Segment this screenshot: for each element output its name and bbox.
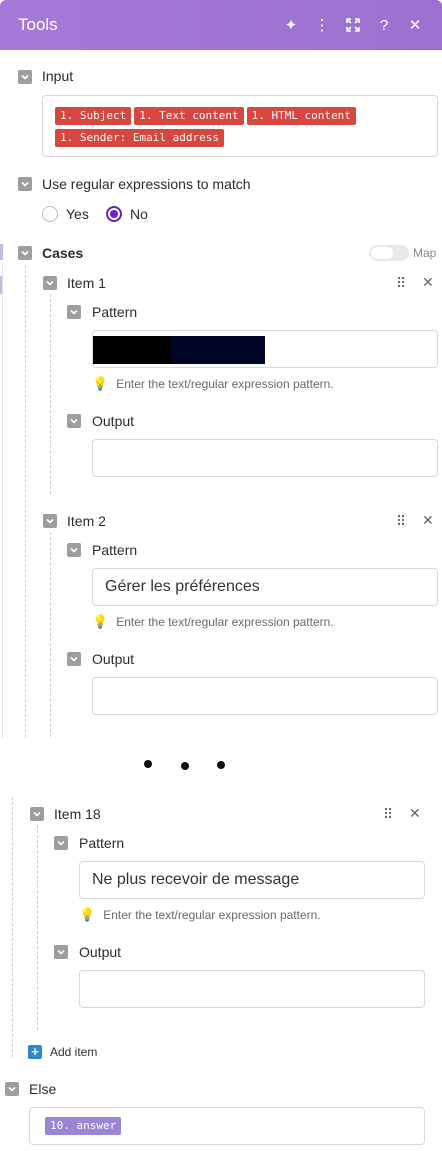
lightbulb-icon: 💡 <box>92 376 109 391</box>
regex-no-label: No <box>130 206 148 222</box>
map-toggle[interactable] <box>369 245 409 261</box>
item-2-label: Item 2 <box>67 513 106 529</box>
item-1-collapse-toggle[interactable] <box>43 276 57 290</box>
drag-handle-icon[interactable]: ⠿ <box>383 806 393 823</box>
help-icon[interactable]: ? <box>371 17 397 34</box>
left-edge-line <box>2 262 3 738</box>
regex-collapse-toggle[interactable] <box>18 177 32 191</box>
cases-collapse-toggle[interactable] <box>18 246 32 260</box>
panel-header: Tools ✦ ⋮ ? ✕ <box>0 0 442 50</box>
ellipsis-dot <box>144 760 152 768</box>
item-2-output-label: Output <box>92 651 135 667</box>
item-2-pattern-label: Pattern <box>92 542 138 558</box>
item-2-pattern-value: Gérer les préférences <box>105 578 260 595</box>
item-1-output-toggle[interactable] <box>67 414 81 428</box>
drag-handle-icon[interactable]: ⠿ <box>396 513 406 530</box>
item-1-output-label: Output <box>92 413 135 429</box>
more-vertical-icon[interactable]: ⋮ <box>309 16 335 34</box>
else-input[interactable]: 10. answer <box>29 1107 425 1145</box>
item-18-output-input[interactable] <box>79 970 425 1008</box>
item-1-pattern-hint: 💡 Enter the text/regular expression patte… <box>92 376 334 391</box>
item-2-pattern-input[interactable]: Gérer les préférences <box>92 568 438 606</box>
input-tag-subject[interactable]: 1. Subject <box>55 107 132 125</box>
input-tag-html-content[interactable]: 1. HTML content <box>246 107 356 125</box>
left-edge-marker <box>0 244 3 260</box>
cases-label: Cases <box>42 245 84 261</box>
input-label: Input <box>42 68 74 84</box>
regex-label: Use regular expressions to match <box>42 176 251 192</box>
item-18-pattern-hint: 💡 Enter the text/regular expression patte… <box>79 907 321 922</box>
expand-icon[interactable] <box>340 18 366 32</box>
input-tag-text-content[interactable]: 1. Text content <box>134 107 244 125</box>
lightbulb-icon: 💡 <box>79 907 96 922</box>
item-2-pattern-toggle[interactable] <box>67 543 81 557</box>
else-tag[interactable]: 10. answer <box>45 1117 122 1135</box>
item-18-tree-line <box>37 825 38 1030</box>
add-item-icon[interactable]: + <box>28 1045 42 1059</box>
drag-handle-icon[interactable]: ⠿ <box>396 275 406 292</box>
remove-item-icon[interactable]: ✕ <box>422 274 434 291</box>
cases-tree-line <box>25 265 26 737</box>
item-18-pattern-label: Pattern <box>79 835 125 851</box>
add-item-label[interactable]: Add item <box>50 1045 97 1059</box>
remove-item-icon[interactable]: ✕ <box>409 805 421 822</box>
regex-yes-label: Yes <box>66 206 89 222</box>
close-icon[interactable]: ✕ <box>402 16 428 34</box>
item-18-output-toggle[interactable] <box>54 945 68 959</box>
panel-title: Tools <box>18 15 58 34</box>
item-1-label: Item 1 <box>67 275 106 291</box>
item-1-tree-line <box>50 294 51 494</box>
redaction-block <box>93 336 171 364</box>
sparkle-icon[interactable]: ✦ <box>278 16 304 34</box>
item-1-pattern-input[interactable] <box>92 330 438 368</box>
item-1-pattern-toggle[interactable] <box>67 305 81 319</box>
item-18-collapse-toggle[interactable] <box>30 807 44 821</box>
item-2-pattern-hint: 💡 Enter the text/regular expression patte… <box>92 614 334 629</box>
item-2-collapse-toggle[interactable] <box>43 514 57 528</box>
remove-item-icon[interactable]: ✕ <box>422 512 434 529</box>
item-18-pattern-value: Ne plus recevoir de message <box>92 871 300 888</box>
input-tag-sender-email[interactable]: 1. Sender: Email address <box>55 129 224 147</box>
cases-tree-line <box>12 797 13 1057</box>
else-label: Else <box>29 1081 57 1097</box>
item-2-output-toggle[interactable] <box>67 652 81 666</box>
else-collapse-toggle[interactable] <box>5 1082 19 1096</box>
item-18-label: Item 18 <box>54 806 101 822</box>
ellipsis-dot <box>217 761 225 769</box>
regex-yes-radio[interactable] <box>42 206 58 222</box>
input-collapse-toggle[interactable] <box>18 70 32 84</box>
item-18-pattern-toggle[interactable] <box>54 836 68 850</box>
item-1-output-input[interactable] <box>92 439 438 477</box>
map-label: Map <box>413 246 437 260</box>
item-18-output-label: Output <box>79 944 122 960</box>
regex-no-radio[interactable] <box>106 206 122 222</box>
input-field[interactable]: 1. Subject 1. Text content 1. HTML content… <box>42 95 438 157</box>
item-1-pattern-label: Pattern <box>92 304 138 320</box>
item-2-tree-line <box>50 532 51 737</box>
item-18-pattern-input[interactable]: Ne plus recevoir de message <box>79 861 425 899</box>
ellipsis-dot <box>181 762 189 770</box>
redaction-block <box>171 336 265 364</box>
lightbulb-icon: 💡 <box>92 614 109 629</box>
item-2-output-input[interactable] <box>92 677 438 715</box>
